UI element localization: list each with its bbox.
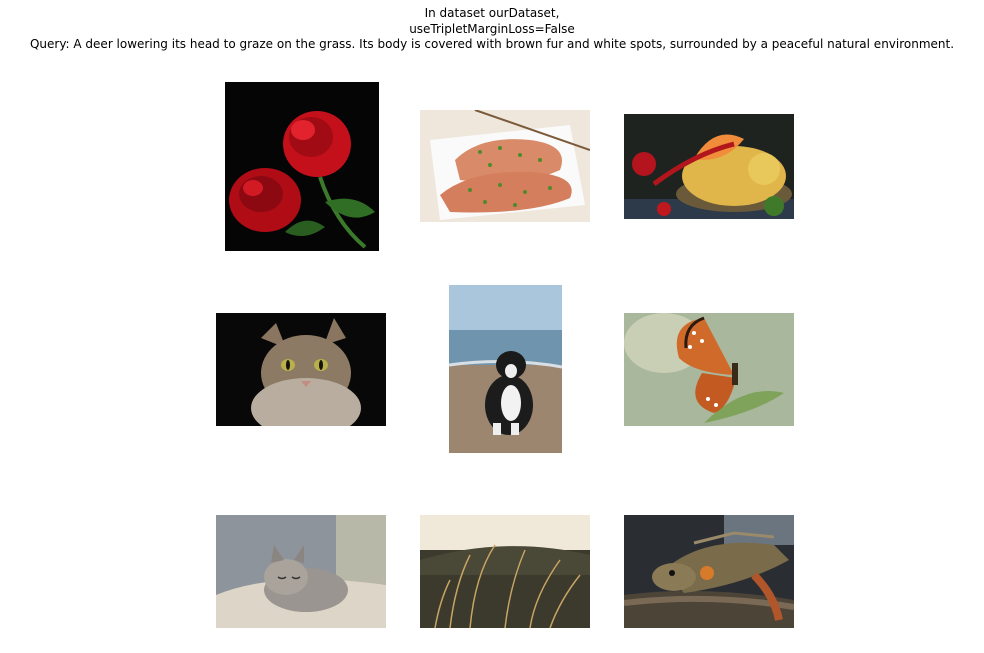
result-image-cat xyxy=(216,313,386,426)
figure-title: In dataset ourDataset, useTripletMarginL… xyxy=(0,6,984,53)
result-image-pasta xyxy=(624,114,794,219)
result-image-kitten xyxy=(216,515,386,628)
title-line-dataset: In dataset ourDataset, xyxy=(424,6,560,20)
result-image-grass xyxy=(420,515,590,628)
result-image-salmon xyxy=(420,110,590,222)
title-line-config: useTripletMarginLoss=False xyxy=(409,21,575,36)
result-image-roses xyxy=(225,82,379,251)
title-line-query: Query: A deer lowering its head to graze… xyxy=(29,37,955,51)
result-image-dog xyxy=(449,285,562,453)
result-image-butterfly xyxy=(624,313,794,426)
result-image-iguana xyxy=(624,515,794,628)
